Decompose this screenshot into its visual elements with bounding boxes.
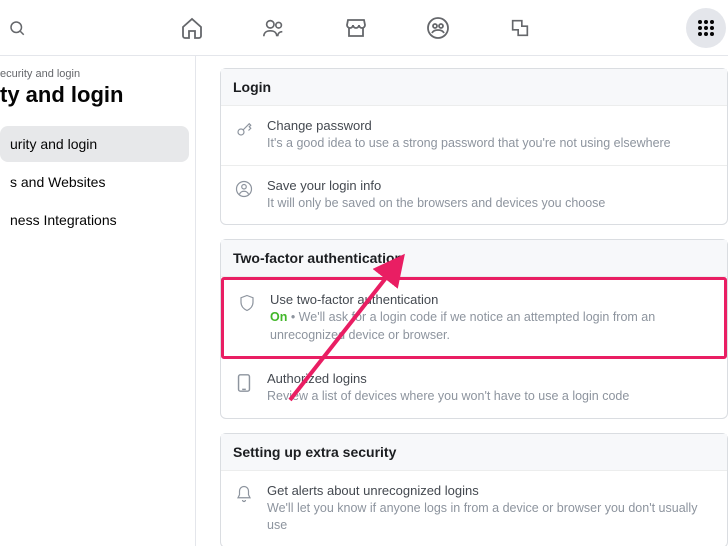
sidebar-item-business-integrations[interactable]: ness Integrations [0, 202, 189, 238]
sidebar-item-label: ness Integrations [10, 212, 117, 228]
section-header-extra: Setting up extra security [221, 434, 727, 471]
row-desc: On • We'll ask for a login code if we no… [270, 309, 712, 344]
grid-icon [697, 19, 715, 37]
status-on: On [270, 310, 287, 324]
marketplace-icon [344, 16, 368, 40]
gaming-nav[interactable] [508, 16, 532, 40]
sidebar-item-apps-websites[interactable]: s and Websites [0, 164, 189, 200]
groups-icon [426, 16, 450, 40]
friends-icon [262, 16, 286, 40]
shield-icon [236, 294, 258, 312]
home-icon [180, 16, 204, 40]
nav-right [686, 8, 728, 48]
row-desc: Review a list of devices where you won't… [267, 388, 715, 406]
row-title: Use two-factor authentication [270, 292, 712, 307]
key-icon [233, 120, 255, 138]
row-title: Get alerts about unrecognized logins [267, 483, 715, 498]
gaming-icon [509, 17, 531, 39]
top-nav [0, 0, 728, 56]
sidebar-item-label: urity and login [10, 136, 97, 152]
search-icon[interactable] [8, 19, 26, 37]
main-content: Login Change password It's a good idea t… [196, 56, 728, 546]
row-desc: We'll let you know if anyone logs in fro… [267, 500, 715, 535]
change-password-row[interactable]: Change password It's a good idea to use … [221, 106, 727, 166]
bell-icon [233, 485, 255, 503]
twofa-section: Two-factor authentication Use two-factor… [220, 239, 728, 419]
sidebar: ecurity and login ty and login urity and… [0, 56, 196, 546]
friends-nav[interactable] [262, 16, 286, 40]
authorized-logins-row[interactable]: Authorized logins Review a list of devic… [221, 359, 727, 418]
marketplace-nav[interactable] [344, 16, 368, 40]
home-nav[interactable] [180, 16, 204, 40]
breadcrumb[interactable]: ecurity and login [0, 64, 195, 82]
row-desc: It will only be saved on the browsers an… [267, 195, 715, 213]
row-title: Change password [267, 118, 715, 133]
device-icon [233, 373, 255, 393]
section-header-twofa: Two-factor authentication [221, 240, 727, 277]
row-desc: It's a good idea to use a strong passwor… [267, 135, 715, 153]
sidebar-item-security-login[interactable]: urity and login [0, 126, 189, 162]
save-login-row[interactable]: Save your login info It will only be sav… [221, 166, 727, 225]
use-twofa-row[interactable]: Use two-factor authentication On • We'll… [221, 277, 727, 359]
nav-center-icons [26, 16, 686, 40]
section-header-login: Login [221, 69, 727, 106]
alerts-row[interactable]: Get alerts about unrecognized logins We'… [221, 471, 727, 546]
row-title: Authorized logins [267, 371, 715, 386]
row-title: Save your login info [267, 178, 715, 193]
sidebar-item-label: s and Websites [10, 174, 105, 190]
groups-nav[interactable] [426, 16, 450, 40]
login-section: Login Change password It's a good idea t… [220, 68, 728, 225]
user-icon [233, 180, 255, 198]
extra-security-section: Setting up extra security Get alerts abo… [220, 433, 728, 546]
search-area [0, 19, 26, 37]
page-title: ty and login [0, 82, 195, 124]
menu-grid-button[interactable] [686, 8, 726, 48]
